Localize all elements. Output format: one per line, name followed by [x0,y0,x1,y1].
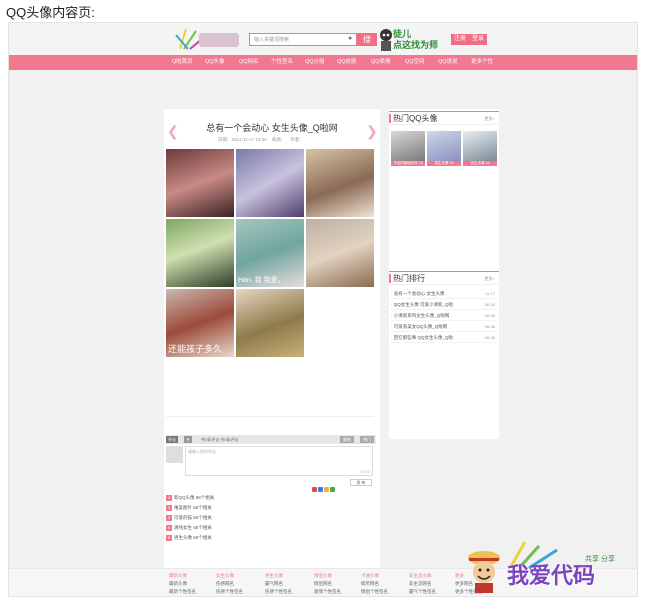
nav-item-avatar[interactable]: QQ头像 [205,55,225,70]
comment-placeholder: 请输入您的评论 [188,449,216,454]
avatar-photo[interactable] [236,149,304,217]
article-meta: 日期：2014-11-17 15:38 来源： 作者： [218,137,304,143]
sort-hot-button[interactable]: 热门 [360,436,374,443]
nav-item-home[interactable]: Q啦首页 [172,55,193,70]
hot-thumb[interactable] [427,131,461,161]
hot-thumb-caption: 男生头像 18 [427,161,461,166]
search-button[interactable]: 搜 [357,33,377,46]
avatar-photo[interactable] [236,289,304,357]
nav-item-space[interactable]: QQ空间 [405,55,425,70]
avatar-photo[interactable] [166,149,234,217]
list-item[interactable]: 2 唯美图片 66个相关 [166,503,214,513]
hot-ranking-header: 热门排行 更多> [389,271,499,285]
hot-thumb[interactable] [463,131,497,161]
avatar-photo[interactable] [166,219,234,287]
nav-item-talk[interactable]: QQ说说 [438,55,458,70]
brand-subtitle: 共享 分享 [585,556,615,563]
comment-char-count: 0/200 [359,469,370,474]
avatar-photo[interactable]: Han, 我 我爱。 [236,219,304,287]
nav-item-skin[interactable]: QQ皮肤 [337,55,357,70]
post-comment-button[interactable]: 发 布 [350,479,372,486]
list-item[interactable]: 3 可爱的猫 66个相关 [166,513,214,523]
nav-item-group[interactable]: QQ分组 [305,55,325,70]
list-item[interactable]: 4 清纯女生 66个相关 [166,523,214,533]
photo-caption: Han, 我 我爱。 [238,277,285,284]
footer-column: 非主流头像 非主流网名 霸气个性签名 [409,573,436,594]
slogan-line-2: 点这找为师 [393,40,439,50]
hot-avatars-header: 热门QQ头像 更多> [389,111,499,125]
login-button[interactable]: 登录 [469,34,488,45]
emoji-icon[interactable] [330,487,335,492]
divider [166,416,374,417]
ranking-row[interactable]: · 小清新系列女生头像_Q啦网 08-30 [391,311,497,321]
article-author: 作者： [290,137,304,142]
footer-column: 女生头像 伤感网名 伤感个性签名 [216,573,243,594]
hot-ranking-title: 热门排行 [393,274,425,283]
footer-column: 最新头像 最新头像 最新个性签名 [169,573,196,594]
emoji-toolbar [312,479,346,492]
logo-text-blurred [199,33,239,47]
chevron-down-icon[interactable]: ▼ [184,436,192,443]
qq-avatar-page-screenshot: 输入关键词搜索 ● 搜 徒儿 点这找为师 注册 登录 Q啦首页 QQ头像 QQ网… [8,22,638,597]
hot-avatars-title: 热门QQ头像 [393,114,438,123]
more-link[interactable]: 更多> [485,116,495,122]
slogan: 徒儿 点这找为师 [393,29,438,51]
list-item[interactable]: 1 新QQ头像 66个相关 [166,493,214,503]
comment-summary: 共0条评论 共0条评论 [201,437,239,442]
photo-caption: 还能孩子多久 [168,344,223,354]
brand-text: 我爱代码 [507,563,596,588]
microphone-icon[interactable]: ● [348,34,354,44]
register-button[interactable]: 注册 [451,34,470,45]
sidebar: 热门QQ头像 更多> 不走的那段时光 16 男生头像 18 女生头像 16 热门… [389,109,499,439]
nav-item-signature[interactable]: 个性签名 [271,55,293,70]
article-source: 来源： [271,137,286,142]
ranking-row[interactable]: · 可爱系美女QQ头像_Q啦网 08-30 [391,322,497,332]
tag-list: 1 新QQ头像 66个相关 2 唯美图片 66个相关 3 可爱的猫 66个相关 4 清纯… [166,493,214,543]
emoji-icon[interactable] [318,487,323,492]
emoji-icon[interactable] [312,487,317,492]
footer-column: 情侣头像 情侣网名 爱情个性签名 [314,573,341,594]
article-title: 总有一个会动心 女生头像_Q啦网 [206,123,338,133]
nav-item-more[interactable]: 更多个性 [471,55,493,70]
avatar-photo[interactable] [306,219,374,287]
ranking-row[interactable]: · 回忆那些事 QQ女生头像_Q啦 08-30 [391,333,497,343]
list-item[interactable]: 5 男生头像 66个相关 [166,533,214,543]
nav-bar: Q啦首页 QQ头像 QQ网名 个性签名 QQ分组 QQ皮肤 QQ表情 QQ空间 … [9,55,637,70]
top-bar: 输入关键词搜索 ● 搜 徒儿 点这找为师 注册 登录 [9,23,637,55]
emoji-icon[interactable] [324,487,329,492]
hot-thumb-caption: 不走的那段时光 16 [391,161,425,166]
ranking-row[interactable]: · QQ女生头像 可爱小清新_Q啦 08-30 [391,300,497,310]
nav-item-emoji[interactable]: QQ表情 [371,55,391,70]
pirate-mascot-icon [468,551,500,593]
watermark-brand: 我爱代码 共享 分享 [465,540,640,598]
article-main: ❮ ❯ 总有一个会动心 女生头像_Q啦网 日期：2014-11-17 15:38… [164,109,380,596]
comment-tab[interactable]: 评论 [166,436,178,443]
slogan-line-1: 徒儿 [393,29,412,39]
avatar-photo[interactable] [306,149,374,217]
ranking-row[interactable]: · 总有一个会动心 女生头像 11-17 [391,289,497,299]
more-link[interactable]: 更多> [485,276,495,282]
search-input[interactable]: 输入关键词搜索 [249,33,357,46]
article-date: 日期：2014-11-17 15:38 [218,137,267,142]
nav-item-nickname[interactable]: QQ网名 [239,55,259,70]
hot-thumb-caption: 女生头像 16 [463,161,497,166]
footer-column: 男生头像 霸气网名 伤感个性签名 [265,573,292,594]
page-heading: QQ头像内容页: [6,5,95,20]
avatar-photo[interactable]: 还能孩子多久 [166,289,234,357]
footer-column: 卡通头像 搞笑网名 情侣个性签名 [361,573,388,594]
mascot-icon [380,29,392,51]
sort-latest-button[interactable]: 最新 [340,436,354,443]
comment-input[interactable]: 请输入您的评论 0/200 [185,446,373,476]
comment-bar: 评论 ▼ 共0条评论 共0条评论 最新 热门 [166,435,376,444]
hot-thumb[interactable] [391,131,425,161]
user-avatar [166,446,183,463]
